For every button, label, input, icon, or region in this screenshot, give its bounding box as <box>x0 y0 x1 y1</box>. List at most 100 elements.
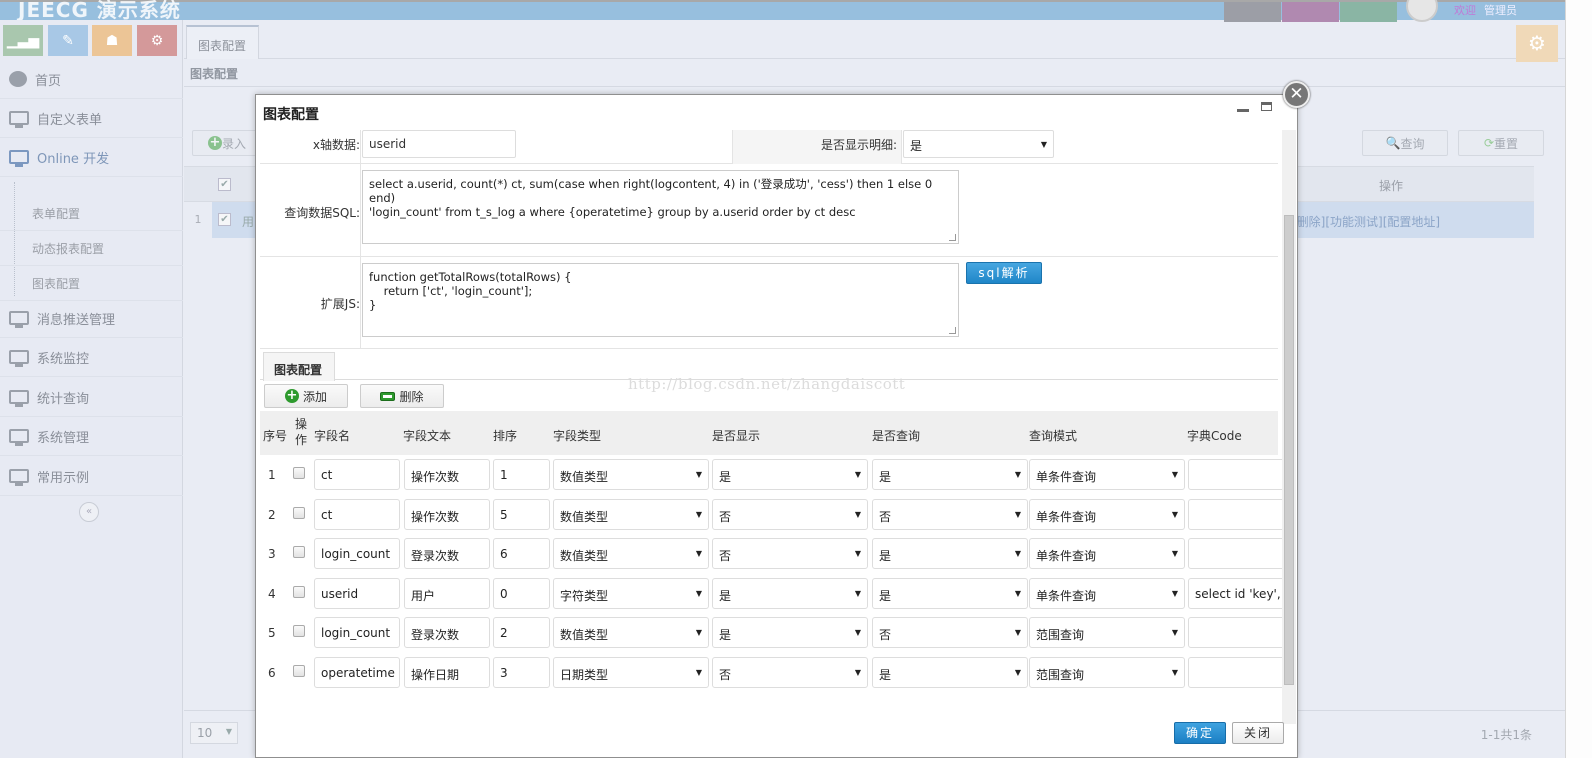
query-select[interactable]: 否 <box>872 617 1028 648</box>
field-name-input[interactable]: operatetime <box>314 656 400 688</box>
query-select[interactable]: 是 <box>872 656 1028 688</box>
field-order-input[interactable]: 3 <box>493 656 550 688</box>
tab-chart-config[interactable]: 图表配置 <box>186 25 259 59</box>
field-type-select[interactable]: 数值类型 <box>553 459 709 490</box>
gear-icon[interactable]: ⚙ <box>1516 25 1558 62</box>
query-select[interactable]: 否 <box>872 498 1028 530</box>
sidebar-item-online-dev[interactable]: Online 开发 <box>0 138 183 177</box>
show-select[interactable]: 否 <box>712 498 868 530</box>
sidebar-item-custom-form[interactable]: 自定义表单 <box>0 99 183 138</box>
confirm-button[interactable]: 确定 <box>1174 722 1226 744</box>
page-scrollbar[interactable] <box>1565 0 1592 758</box>
dict-code-input[interactable] <box>1188 498 1282 530</box>
query-select[interactable]: 是 <box>872 538 1028 569</box>
dict-code-input[interactable] <box>1188 538 1282 569</box>
query-mode-select[interactable]: 单条件查询 <box>1029 498 1185 530</box>
dialog-close-icon[interactable]: ✕ <box>1283 81 1310 108</box>
dict-code-input[interactable]: select id 'key', r <box>1188 577 1282 609</box>
show-select[interactable]: 是 <box>712 459 868 490</box>
field-type-select[interactable]: 数值类型 <box>553 538 709 569</box>
sidebar-collapse-button[interactable]: « <box>79 502 99 522</box>
query-mode-select[interactable]: 单条件查询 <box>1029 577 1185 609</box>
xaxis-input[interactable]: userid <box>362 130 516 158</box>
field-text-input[interactable]: 操作次数 <box>404 498 490 530</box>
shortcut-edit[interactable]: ✎ <box>48 25 88 56</box>
select-all-checkbox[interactable]: ✔ <box>218 178 231 191</box>
field-type-select[interactable]: 数值类型 <box>553 498 709 530</box>
row-checkbox[interactable]: ✔ <box>218 213 231 226</box>
show-select[interactable]: 否 <box>712 656 868 688</box>
field-order-input[interactable]: 2 <box>493 617 550 648</box>
query-select[interactable]: 是 <box>872 459 1028 490</box>
row-checkbox[interactable] <box>293 506 305 519</box>
sidebar-item-home[interactable]: 首页 <box>0 60 183 99</box>
header-tile-notifications[interactable] <box>1282 2 1339 22</box>
sidebar-item-system-admin[interactable]: 系统管理 <box>0 417 183 456</box>
field-text-input[interactable]: 操作日期 <box>404 656 490 688</box>
tab-chart-fields[interactable]: 图表配置 <box>263 352 335 381</box>
shortcut-settings[interactable]: ⚙ <box>137 25 177 56</box>
field-text-input[interactable]: 登录次数 <box>404 538 490 569</box>
field-text-input[interactable]: 用户 <box>404 577 490 609</box>
query-mode-select[interactable]: 范围查询 <box>1029 617 1185 648</box>
field-order-input[interactable]: 1 <box>493 459 550 490</box>
field-order-input[interactable]: 6 <box>493 538 550 569</box>
sql-label: 查询数据SQL: <box>284 206 360 220</box>
show-select[interactable]: 是 <box>712 577 868 609</box>
reset-button[interactable]: ⟳ 重置 <box>1458 130 1544 156</box>
header-tile-tasks[interactable] <box>1224 2 1281 22</box>
sidebar-item-examples[interactable]: 常用示例 <box>0 457 183 496</box>
dict-code-input[interactable] <box>1188 459 1282 490</box>
show-detail-select[interactable]: 是 <box>903 130 1054 158</box>
show-select[interactable]: 是 <box>712 617 868 648</box>
field-type-select[interactable]: 字符类型 <box>553 577 709 609</box>
query-mode-select[interactable]: 单条件查询 <box>1029 538 1185 569</box>
row-checkbox[interactable] <box>293 467 305 479</box>
shortcut-users[interactable]: ☗ <box>92 25 132 56</box>
sidebar-subitem-report-config[interactable]: 动态报表配置 <box>0 231 183 266</box>
sidebar-item-message-push[interactable]: 消息推送管理 <box>0 299 183 338</box>
js-textarea[interactable]: function getTotalRows(totalRows) { retur… <box>362 263 959 337</box>
field-name-input[interactable]: userid <box>314 577 400 609</box>
minimize-icon[interactable] <box>1237 109 1249 112</box>
header-tile-messages[interactable] <box>1340 2 1397 22</box>
close-button[interactable]: 关闭 <box>1232 722 1284 744</box>
plus-icon: + <box>284 388 299 403</box>
field-name-input[interactable]: ct <box>314 459 400 490</box>
field-order-input[interactable]: 0 <box>493 577 550 609</box>
query-mode-select[interactable]: 单条件查询 <box>1029 459 1185 490</box>
user-menu[interactable]: 欢迎 管理员 <box>1398 0 1565 22</box>
sidebar-subitem-form-config[interactable]: 表单配置 <box>0 196 183 231</box>
row-checkbox[interactable] <box>293 546 305 558</box>
sidebar-item-statistics[interactable]: 统计查询 <box>0 378 183 417</box>
field-text-input[interactable]: 登录次数 <box>404 617 490 648</box>
show-select[interactable]: 否 <box>712 538 868 569</box>
page-size-select[interactable]: 10 <box>190 722 238 744</box>
row-checkbox[interactable] <box>293 664 305 677</box>
field-name-input[interactable]: login_count <box>314 617 400 648</box>
maximize-icon[interactable] <box>1261 102 1272 111</box>
scrollbar-thumb[interactable] <box>1284 215 1294 685</box>
row-action-links[interactable]: [删除][功能测试][配置地址] <box>1292 213 1440 230</box>
search-button[interactable]: 🔍 查询 <box>1362 130 1448 156</box>
sidebar-item-system-monitor[interactable]: 系统监控 <box>0 338 183 377</box>
field-type-select[interactable]: 数值类型 <box>553 617 709 648</box>
dict-code-input[interactable] <box>1188 656 1282 688</box>
query-mode-select[interactable]: 范围查询 <box>1029 656 1185 688</box>
row-checkbox[interactable] <box>293 625 305 637</box>
add-row-button[interactable]: + 添加 <box>264 384 348 408</box>
dict-code-input[interactable] <box>1188 617 1282 648</box>
field-text-input[interactable]: 操作次数 <box>404 459 490 490</box>
delete-row-button[interactable]: 删除 <box>360 384 444 408</box>
field-order-input[interactable]: 5 <box>493 498 550 530</box>
add-record-button[interactable]: + 录入 <box>192 130 262 156</box>
field-type-select[interactable]: 日期类型 <box>553 656 709 688</box>
shortcut-chart[interactable]: ▁▃▅ <box>3 25 43 56</box>
dialog-scrollbar[interactable] <box>1282 130 1296 724</box>
sidebar-subitem-chart-config[interactable]: 图表配置 <box>0 266 183 301</box>
row-checkbox[interactable] <box>293 585 305 598</box>
field-name-input[interactable]: ct <box>314 498 400 530</box>
field-name-input[interactable]: login_count <box>314 538 400 569</box>
sql-textarea[interactable]: select a.userid, count(*) ct, sum(case w… <box>362 170 959 244</box>
query-select[interactable]: 是 <box>872 577 1028 609</box>
